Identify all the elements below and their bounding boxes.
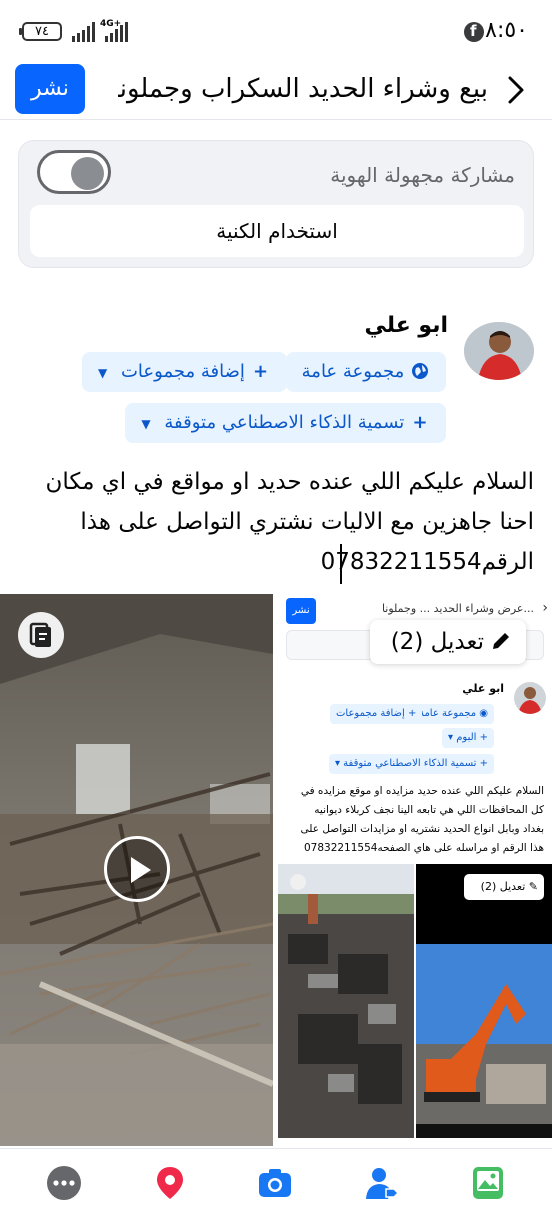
mini-author: ابو علي [462, 682, 504, 695]
avatar [464, 322, 534, 380]
post-button[interactable]: نشر [15, 64, 85, 114]
mini-edit-button: ✎ تعديل (2) [464, 874, 544, 900]
facebook-notification-icon: f [464, 22, 484, 42]
mini-chip-groups: + إضافة مجموعات [330, 704, 423, 724]
mini-post-button: نشر [286, 598, 316, 624]
play-button[interactable] [104, 836, 170, 902]
camera-icon[interactable] [257, 1165, 293, 1201]
back-arrow-icon[interactable] [498, 70, 534, 110]
signal-icon [72, 22, 95, 42]
photo-icon[interactable] [470, 1165, 506, 1201]
mini-text-line: كل المحافظات اللي هي تابعه الينا نجف كرب… [314, 804, 544, 816]
location-icon[interactable] [152, 1165, 188, 1201]
toggle-knob [71, 157, 104, 190]
mini-text-line: السلام عليكم اللي عنده حديد مزايده او مو… [300, 785, 544, 797]
mini-text-line: هذا الرقم او مراسله على هاي الصفحه078322… [303, 842, 544, 854]
globe-icon [410, 352, 430, 392]
mini-avatar [514, 682, 546, 714]
caret-down-icon: ▼ [98, 366, 108, 380]
edit-media-button[interactable]: تعديل (2) [370, 620, 526, 664]
clock: ٨:٥٠ [485, 18, 528, 43]
mini-chip-audience-label: مجموعة عامة [419, 708, 477, 719]
audience-chip-label: مجموعة عامة [301, 361, 405, 382]
group-title: بيع وشراء الحديد السكراب وجملونا... [118, 74, 488, 104]
plus-icon: + [253, 361, 269, 382]
caret-down-icon: ▼ [141, 417, 151, 431]
mini-title: ...عرض وشراء الحديد ... وجملونا [381, 602, 534, 615]
mini-chip-ai-label: تسمية الذكاء الاصطناعي متوقفة [343, 758, 477, 769]
mini-back-icon: ‹ [542, 600, 548, 616]
plus-icon: + [412, 412, 428, 433]
ai-label-chip[interactable]: + تسمية الذكاء الاصطناعي متوقفة ▼ [125, 403, 446, 443]
anonymous-toggle[interactable] [37, 150, 111, 194]
mini-photo-scrap [278, 864, 414, 1138]
mini-edit-label: تعديل (2) [480, 880, 526, 893]
edit-gallery-button[interactable] [18, 612, 64, 658]
screenshot-attachment[interactable]: نشر ...عرض وشراء الحديد ... وجملونا ‹ اب… [278, 594, 552, 1146]
battery-icon: ٧٤ [19, 22, 62, 41]
text-cursor [340, 544, 342, 584]
anonymous-posting-card: مشاركة مجهولة الهوية استخدام الكنية [18, 140, 534, 268]
composer-toolbar [0, 1148, 552, 1218]
more-icon[interactable] [46, 1165, 82, 1201]
mini-chip-groups-label: إضافة مجموعات [336, 708, 405, 719]
edit-media-label: تعديل (2) [390, 629, 484, 655]
mini-chip-album-label: البوم [456, 732, 477, 743]
audience-chip[interactable]: مجموعة عامة [285, 352, 446, 392]
author-name: ابو علي [364, 313, 448, 338]
mini-photo-excavator [416, 864, 552, 1138]
anonymous-label: مشاركة مجهولة الهوية [330, 163, 515, 187]
mini-post-text: السلام عليكم اللي عنده حديد مزايده او مو… [301, 782, 545, 858]
post-text-input[interactable]: السلام عليكم اللي عنده حديد او مواقع في … [14, 462, 534, 582]
gallery-edit-icon [29, 622, 51, 647]
tag-people-icon[interactable] [364, 1165, 400, 1201]
ai-label-text: تسمية الذكاء الاصطناعي متوقفة [164, 412, 405, 433]
add-groups-chip[interactable]: + إضافة مجموعات ▼ [82, 352, 287, 392]
signal-icon-2 [105, 22, 128, 42]
use-nickname-button[interactable]: استخدام الكنية [30, 205, 524, 257]
composer-header: بيع وشراء الحديد السكراب وجملونا... نشر [0, 62, 552, 120]
add-groups-label: إضافة مجموعات [120, 361, 245, 382]
pencil-icon [490, 620, 512, 664]
mini-chip-audience: ◉ مجموعة عامة [413, 704, 494, 724]
status-bar: ٧٤ 4G+ f ٨:٥٠ [0, 0, 552, 62]
mini-text-line: بغداد وبابل انواع الحديد نشتريه او مزايد… [300, 823, 545, 835]
mini-chip-album: + البوم ▾ [442, 728, 494, 748]
battery-level: ٧٤ [35, 24, 49, 39]
mini-chip-ai: + تسمية الذكاء الاصطناعي متوقفة ▾ [328, 754, 494, 774]
